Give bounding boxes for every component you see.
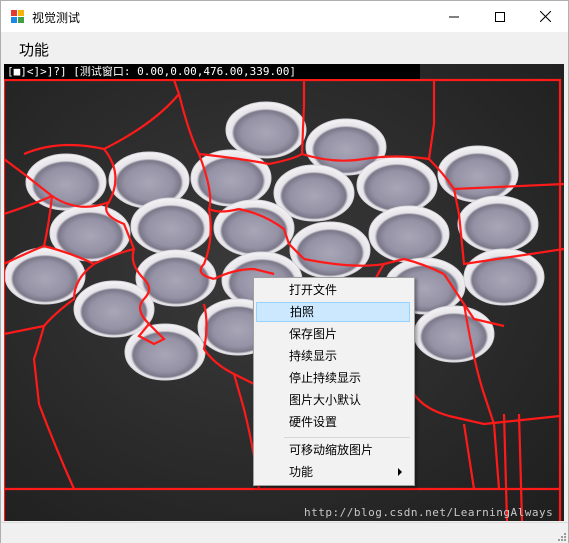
watermark-text: http://blog.csdn.net/LearningAlways — [304, 506, 554, 519]
minimize-button[interactable] — [431, 1, 477, 32]
minimize-icon — [449, 16, 459, 17]
menu-function[interactable]: 功能 — [13, 39, 55, 60]
ctx-save-image[interactable]: 保存图片 — [256, 324, 410, 344]
app-icon — [11, 10, 25, 24]
window-title: 视觉测试 — [32, 11, 81, 25]
window-info-bar: [■]<]>]?] [测试窗口: 0.00,0.00,476.00,339.00… — [4, 64, 420, 79]
ctx-movable-zoom-image[interactable]: 可移动缩放图片 — [256, 440, 410, 460]
ctx-separator — [284, 437, 410, 438]
title-bar[interactable]: 视觉测试 — [1, 1, 568, 32]
ctx-function-label: 功能 — [289, 465, 314, 479]
ctx-stop-continuous-display[interactable]: 停止持续显示 — [256, 368, 410, 388]
resize-grip-icon[interactable] — [556, 531, 566, 541]
maximize-icon — [495, 11, 505, 22]
menu-bar: 功能 — [1, 32, 568, 64]
submenu-arrow-icon — [398, 468, 402, 476]
ctx-continuous-display[interactable]: 持续显示 — [256, 346, 410, 366]
maximize-button[interactable] — [477, 1, 523, 32]
ctx-default-image-size[interactable]: 图片大小默认 — [256, 390, 410, 410]
app-window: 视觉测试 功能 [■]<]>]?] [测试窗口: 0.00,0.00,476.0… — [0, 0, 569, 543]
close-button[interactable] — [522, 1, 568, 32]
context-menu: 打开文件 拍照 保存图片 持续显示 停止持续显示 图片大小默认 硬件设置 可移动… — [253, 277, 415, 486]
ctx-take-photo[interactable]: 拍照 — [256, 302, 410, 322]
ctx-function-submenu[interactable]: 功能 — [256, 462, 410, 482]
ctx-hardware-settings[interactable]: 硬件设置 — [256, 412, 410, 432]
ctx-open-file[interactable]: 打开文件 — [256, 280, 410, 300]
status-bar — [1, 522, 568, 543]
close-icon — [539, 11, 551, 22]
